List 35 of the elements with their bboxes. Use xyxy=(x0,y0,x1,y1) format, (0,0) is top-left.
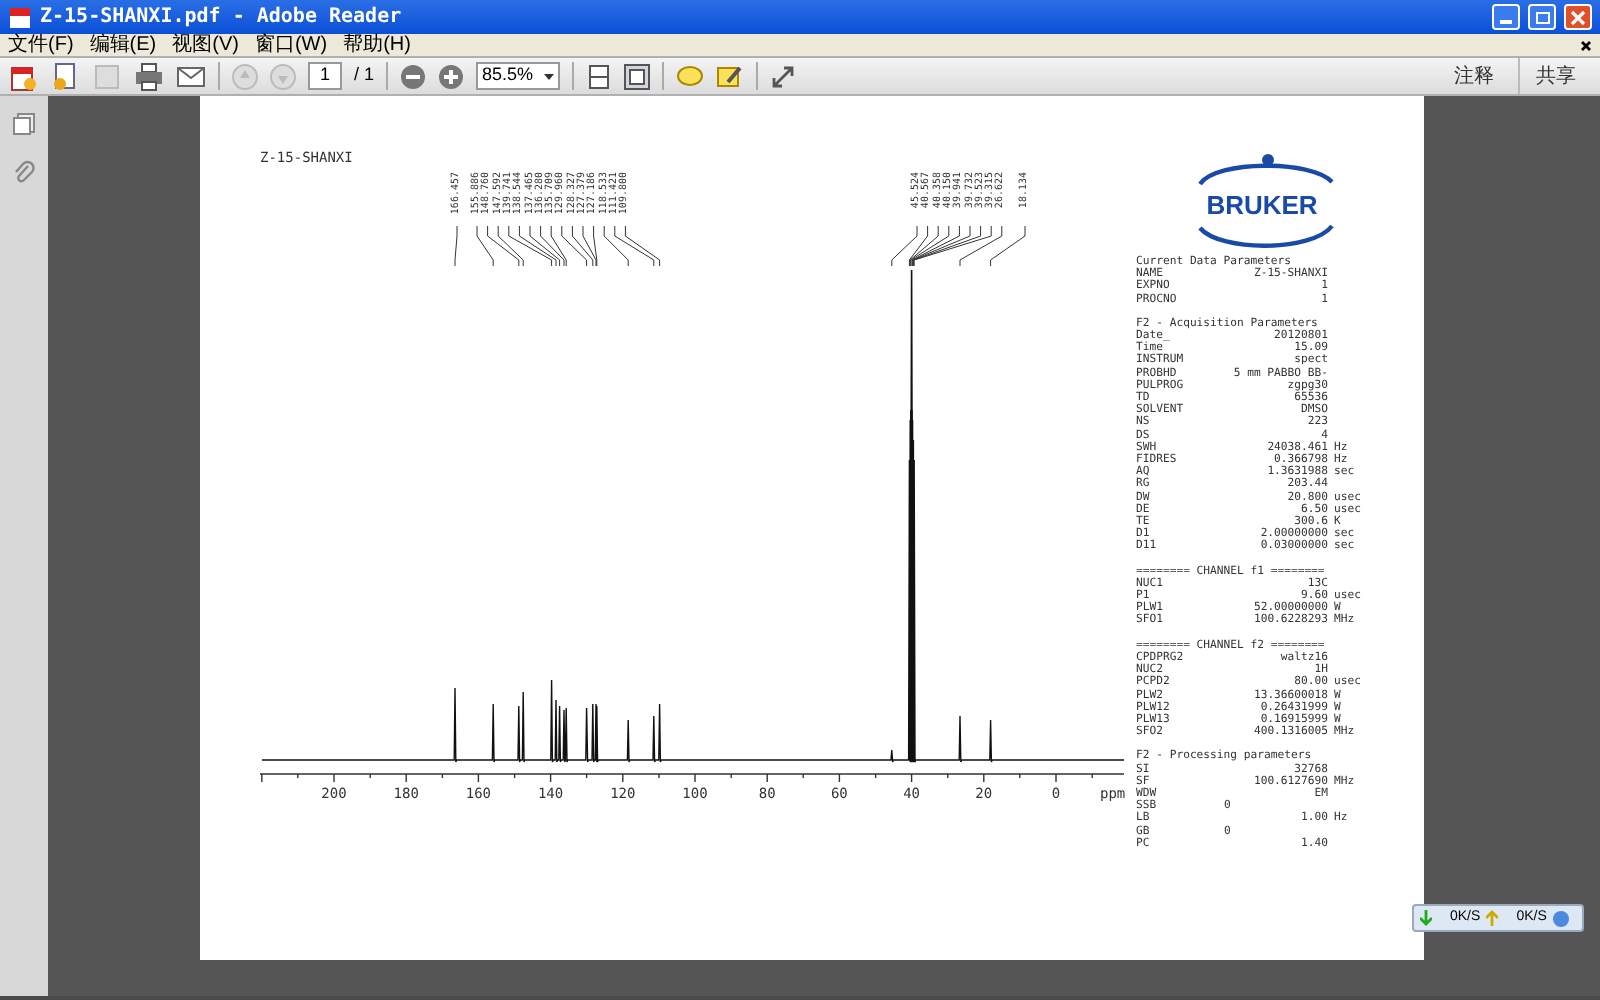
pages-icon[interactable] xyxy=(12,112,36,136)
create-pdf-icon[interactable] xyxy=(8,61,38,91)
page-number-field[interactable]: 1 xyxy=(308,62,342,90)
zoom-in-icon[interactable] xyxy=(438,63,465,89)
email-icon[interactable] xyxy=(176,61,206,91)
close-icon xyxy=(1570,9,1586,25)
zoom-out-icon[interactable] xyxy=(400,63,427,89)
fit-page-icon[interactable] xyxy=(624,63,651,89)
zoom-dropdown[interactable]: 85.5% xyxy=(476,62,561,90)
menu-item[interactable]: 窗口(W) xyxy=(254,35,328,55)
close-icon[interactable] xyxy=(1580,39,1592,51)
window-title: Z-15-SHANXI.pdf - Adobe Reader xyxy=(40,4,404,32)
close-button[interactable] xyxy=(1564,4,1592,30)
menu-item[interactable]: 帮助(H) xyxy=(343,35,411,55)
leader-line xyxy=(454,225,458,267)
menu-item[interactable]: 编辑(E) xyxy=(89,35,157,55)
minimize-button[interactable] xyxy=(1492,4,1520,30)
pdf-file-icon xyxy=(8,5,32,29)
toolbar-button[interactable]: 注释 xyxy=(1438,58,1510,94)
menu-item[interactable]: 视图(V) xyxy=(172,35,239,55)
down-arrow-icon xyxy=(1420,910,1432,926)
document-icon[interactable] xyxy=(50,61,80,91)
up-arrow-icon xyxy=(1486,910,1499,926)
print-icon[interactable] xyxy=(134,61,164,91)
brand-logo: BRUKER xyxy=(1206,191,1318,217)
restore-button[interactable] xyxy=(1528,4,1556,30)
toolbar-button[interactable]: 共享 xyxy=(1518,58,1592,94)
fit-width-icon[interactable] xyxy=(586,63,613,89)
menu-item[interactable]: 文件(F) xyxy=(8,35,74,55)
page-count: / 1 xyxy=(354,62,375,89)
comment-icon[interactable] xyxy=(676,63,705,89)
highlight-icon[interactable] xyxy=(716,63,745,89)
paperclip-icon[interactable] xyxy=(12,160,36,184)
expand-icon[interactable] xyxy=(770,63,797,89)
leader-line xyxy=(624,225,661,267)
